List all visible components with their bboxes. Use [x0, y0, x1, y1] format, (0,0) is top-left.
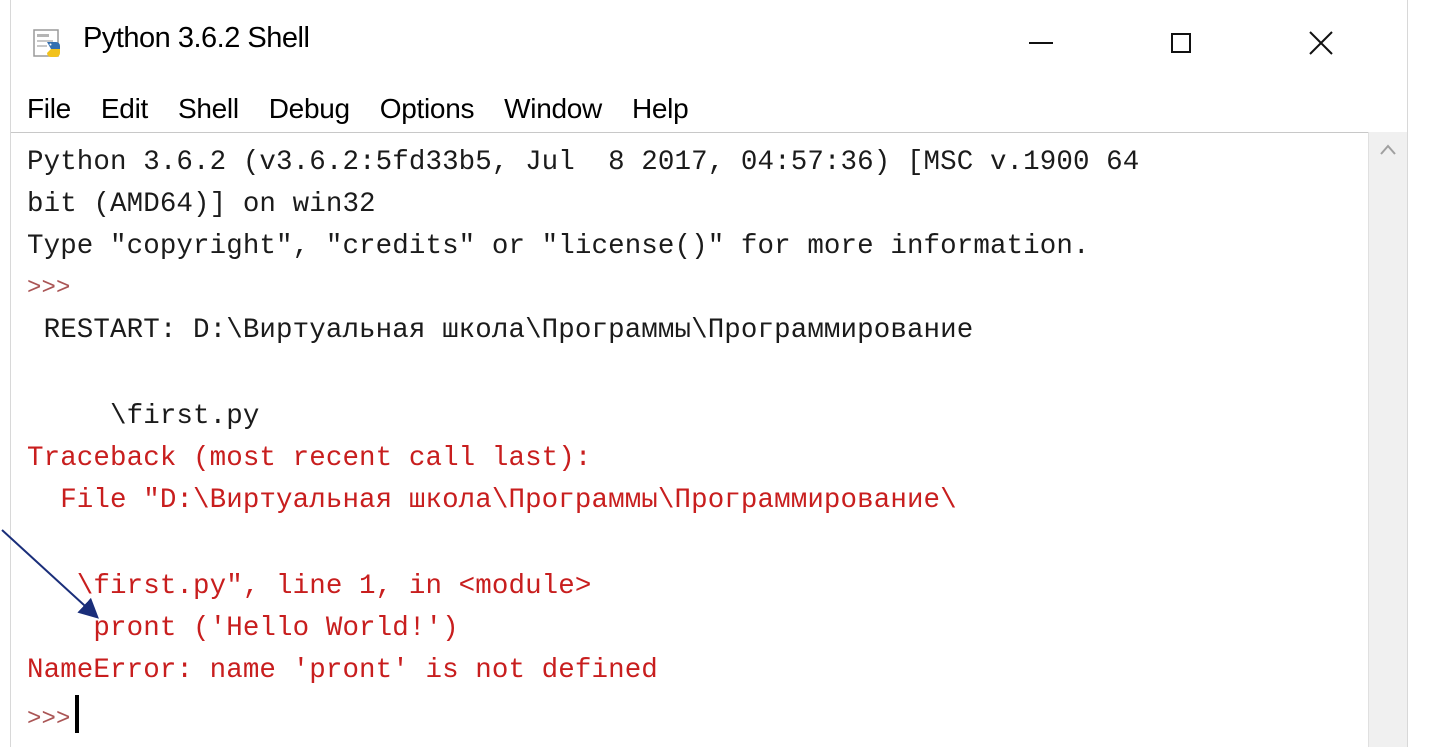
scroll-up-arrow-icon[interactable] [1377, 140, 1399, 160]
shell-line: \first.py [27, 401, 260, 432]
minimize-button[interactable] [991, 0, 1091, 86]
python-idle-icon [33, 29, 60, 57]
traceback-line: \first.py", line 1, in <module> [27, 571, 592, 602]
menu-window[interactable]: Window [488, 93, 616, 125]
title-bar[interactable]: Python 3.6.2 Shell [11, 0, 1407, 86]
shell-line: Python 3.6.2 (v3.6.2:5fd33b5, Jul 8 2017… [27, 147, 1140, 178]
error-line: NameError: name 'pront' is not defined [27, 655, 658, 686]
minimize-icon [1029, 42, 1053, 44]
shell-prompt: >>> [27, 706, 71, 733]
close-icon [1309, 31, 1333, 55]
shell-input-line[interactable]: >>> [27, 695, 79, 734]
shell-prompt: >>> [27, 275, 71, 302]
menu-shell[interactable]: Shell [162, 93, 253, 125]
menu-bar: File Edit Shell Debug Options Window Hel… [11, 86, 1407, 132]
traceback-line: File "D:\Виртуальная школа\Программы\Про… [27, 485, 957, 516]
shell-line: Type "copyright", "credits" or "license(… [27, 231, 1090, 262]
shell-line: RESTART: D:\Виртуальная школа\Программы\… [27, 315, 974, 346]
close-button[interactable] [1271, 0, 1371, 86]
menu-help[interactable]: Help [616, 93, 702, 125]
window-title: Python 3.6.2 Shell [83, 22, 310, 54]
menu-debug[interactable]: Debug [253, 93, 364, 125]
menu-edit[interactable]: Edit [85, 93, 162, 125]
traceback-line: pront ('Hello World!') [27, 613, 459, 644]
traceback-line: Traceback (most recent call last): [27, 443, 592, 474]
shell-text-area[interactable]: Python 3.6.2 (v3.6.2:5fd33b5, Jul 8 2017… [11, 132, 1368, 748]
maximize-button[interactable] [1131, 0, 1231, 86]
idle-shell-window: Python 3.6.2 Shell File Edit Shell Debug… [10, 0, 1408, 748]
shell-line: bit (AMD64)] on win32 [27, 189, 376, 220]
vertical-scrollbar[interactable] [1368, 132, 1407, 747]
text-cursor [74, 695, 79, 733]
menu-options[interactable]: Options [364, 93, 488, 125]
maximize-icon [1171, 33, 1191, 53]
menu-file[interactable]: File [11, 93, 85, 125]
